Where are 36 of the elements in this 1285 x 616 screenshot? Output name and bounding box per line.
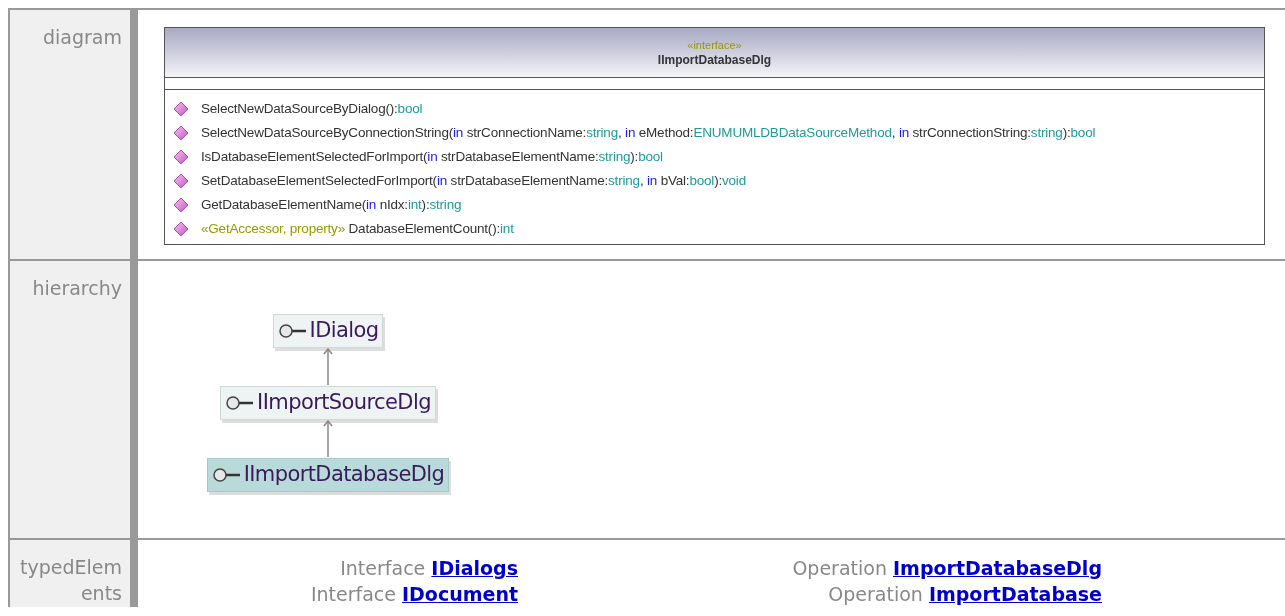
element-kind-label: Interface bbox=[310, 583, 397, 605]
operation-diamond-icon bbox=[173, 173, 189, 189]
element-link[interactable]: IDialogs bbox=[431, 557, 518, 579]
stereotype-label: «interface» bbox=[687, 39, 742, 51]
operation-diamond-icon bbox=[173, 149, 189, 165]
class-name: IImportDatabaseDlg bbox=[657, 53, 772, 66]
row-label: hierarchy bbox=[32, 277, 122, 299]
element-kind-label: Operation bbox=[792, 557, 888, 579]
interface-name: IDialog bbox=[309, 317, 379, 345]
operation-signature: GetDatabaseElementName(in nIdx:int):string bbox=[201, 195, 462, 214]
inheritance-arrow bbox=[323, 348, 333, 386]
interface-node[interactable]: IImportDatabaseDlg bbox=[206, 458, 450, 492]
element-link[interactable]: ImportDatabaseDlg bbox=[893, 557, 1102, 579]
element-kind-label: Interface bbox=[340, 557, 427, 579]
operation-diamond-icon bbox=[173, 101, 189, 117]
operation-signature: «GetAccessor, property» DatabaseElementCount():int bbox=[201, 219, 514, 238]
operation-diamond-icon bbox=[173, 221, 189, 237]
operation-signature: SetDatabaseElementSelectedForImport(in strDatabaseElementName:string, in bVal:bool):void bbox=[201, 171, 746, 190]
element-kind-label: Operation bbox=[828, 583, 924, 605]
operation-diamond-icon bbox=[173, 125, 189, 141]
operation-diamond-icon bbox=[173, 197, 189, 213]
interface-lollipop-icon bbox=[211, 468, 242, 482]
interface-lollipop-icon bbox=[277, 324, 308, 338]
element-link[interactable]: ImportDatabase bbox=[928, 583, 1102, 605]
interface-lollipop-icon bbox=[225, 396, 256, 410]
interface-name: IImportDatabaseDlg bbox=[243, 461, 445, 489]
row-label: typedElements bbox=[20, 556, 122, 604]
interface-node[interactable]: IImportSourceDlg bbox=[220, 386, 436, 420]
operation-signature: IsDatabaseElementSelectedForImport(in strDatabaseElementName:string):bool bbox=[201, 147, 663, 166]
element-link[interactable]: IDocument bbox=[402, 583, 518, 605]
inheritance-arrow bbox=[323, 420, 333, 458]
operation-signature: SelectNewDataSourceByConnectionString(in strConnectionName:string, in eMethod:ENUMUMLDBDataSourceMethod, in strConnectionString:string):bool bbox=[201, 123, 1096, 142]
interface-name: IImportSourceDlg bbox=[257, 389, 431, 417]
interface-node[interactable]: IDialog bbox=[272, 314, 384, 348]
row-label: diagram bbox=[43, 26, 122, 48]
operation-signature: SelectNewDataSourceByDialog():bool bbox=[201, 99, 423, 118]
